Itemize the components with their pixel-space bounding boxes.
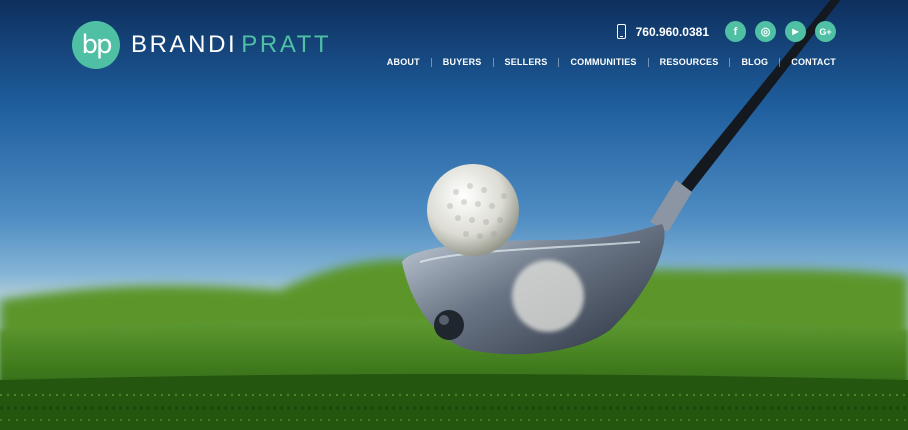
nav-item-sellers[interactable]: SELLERS <box>505 57 548 67</box>
nav-item-about[interactable]: ABOUT <box>387 57 420 67</box>
logo-first-name: BRANDI <box>131 31 238 58</box>
nav-item-resources[interactable]: RESOURCES <box>660 57 719 67</box>
nav-divider <box>492 57 494 67</box>
nav-item-blog[interactable]: BLOG <box>741 57 768 67</box>
social-links: f ◎ ▶ G+ <box>725 21 836 42</box>
nav-divider <box>558 57 560 67</box>
google-plus-icon[interactable]: G+ <box>815 21 836 42</box>
logo-wordmark: BRANDI PRATT <box>131 31 331 59</box>
phone-icon <box>616 24 626 39</box>
logo-monogram-text: bp <box>81 30 112 60</box>
nav-item-buyers[interactable]: BUYERS <box>443 57 482 67</box>
nav-item-communities[interactable]: COMMUNITIES <box>570 57 636 67</box>
facebook-icon[interactable]: f <box>725 21 746 42</box>
hero-banner: bp BRANDI PRATT 760.960.0381 f ◎ ▶ G+ ABO… <box>0 0 908 430</box>
brand-logo[interactable]: bp BRANDI PRATT <box>72 21 331 69</box>
nav-divider <box>779 57 781 67</box>
site-header: bp BRANDI PRATT 760.960.0381 f ◎ ▶ G+ ABO… <box>0 0 908 90</box>
contact-bar: 760.960.0381 f ◎ ▶ G+ <box>616 21 836 42</box>
youtube-icon[interactable]: ▶ <box>785 21 806 42</box>
phone-link[interactable]: 760.960.0381 <box>616 24 709 39</box>
logo-monogram: bp <box>72 21 120 69</box>
nav-divider <box>430 57 432 67</box>
phone-number: 760.960.0381 <box>635 24 709 39</box>
main-nav: ABOUT BUYERS SELLERS COMMUNITIES RESOURC… <box>387 57 836 67</box>
nav-item-contact[interactable]: CONTACT <box>791 57 836 67</box>
logo-last-name: PRATT <box>241 31 332 58</box>
nav-divider <box>729 57 731 67</box>
instagram-icon[interactable]: ◎ <box>755 21 776 42</box>
nav-divider <box>647 57 649 67</box>
